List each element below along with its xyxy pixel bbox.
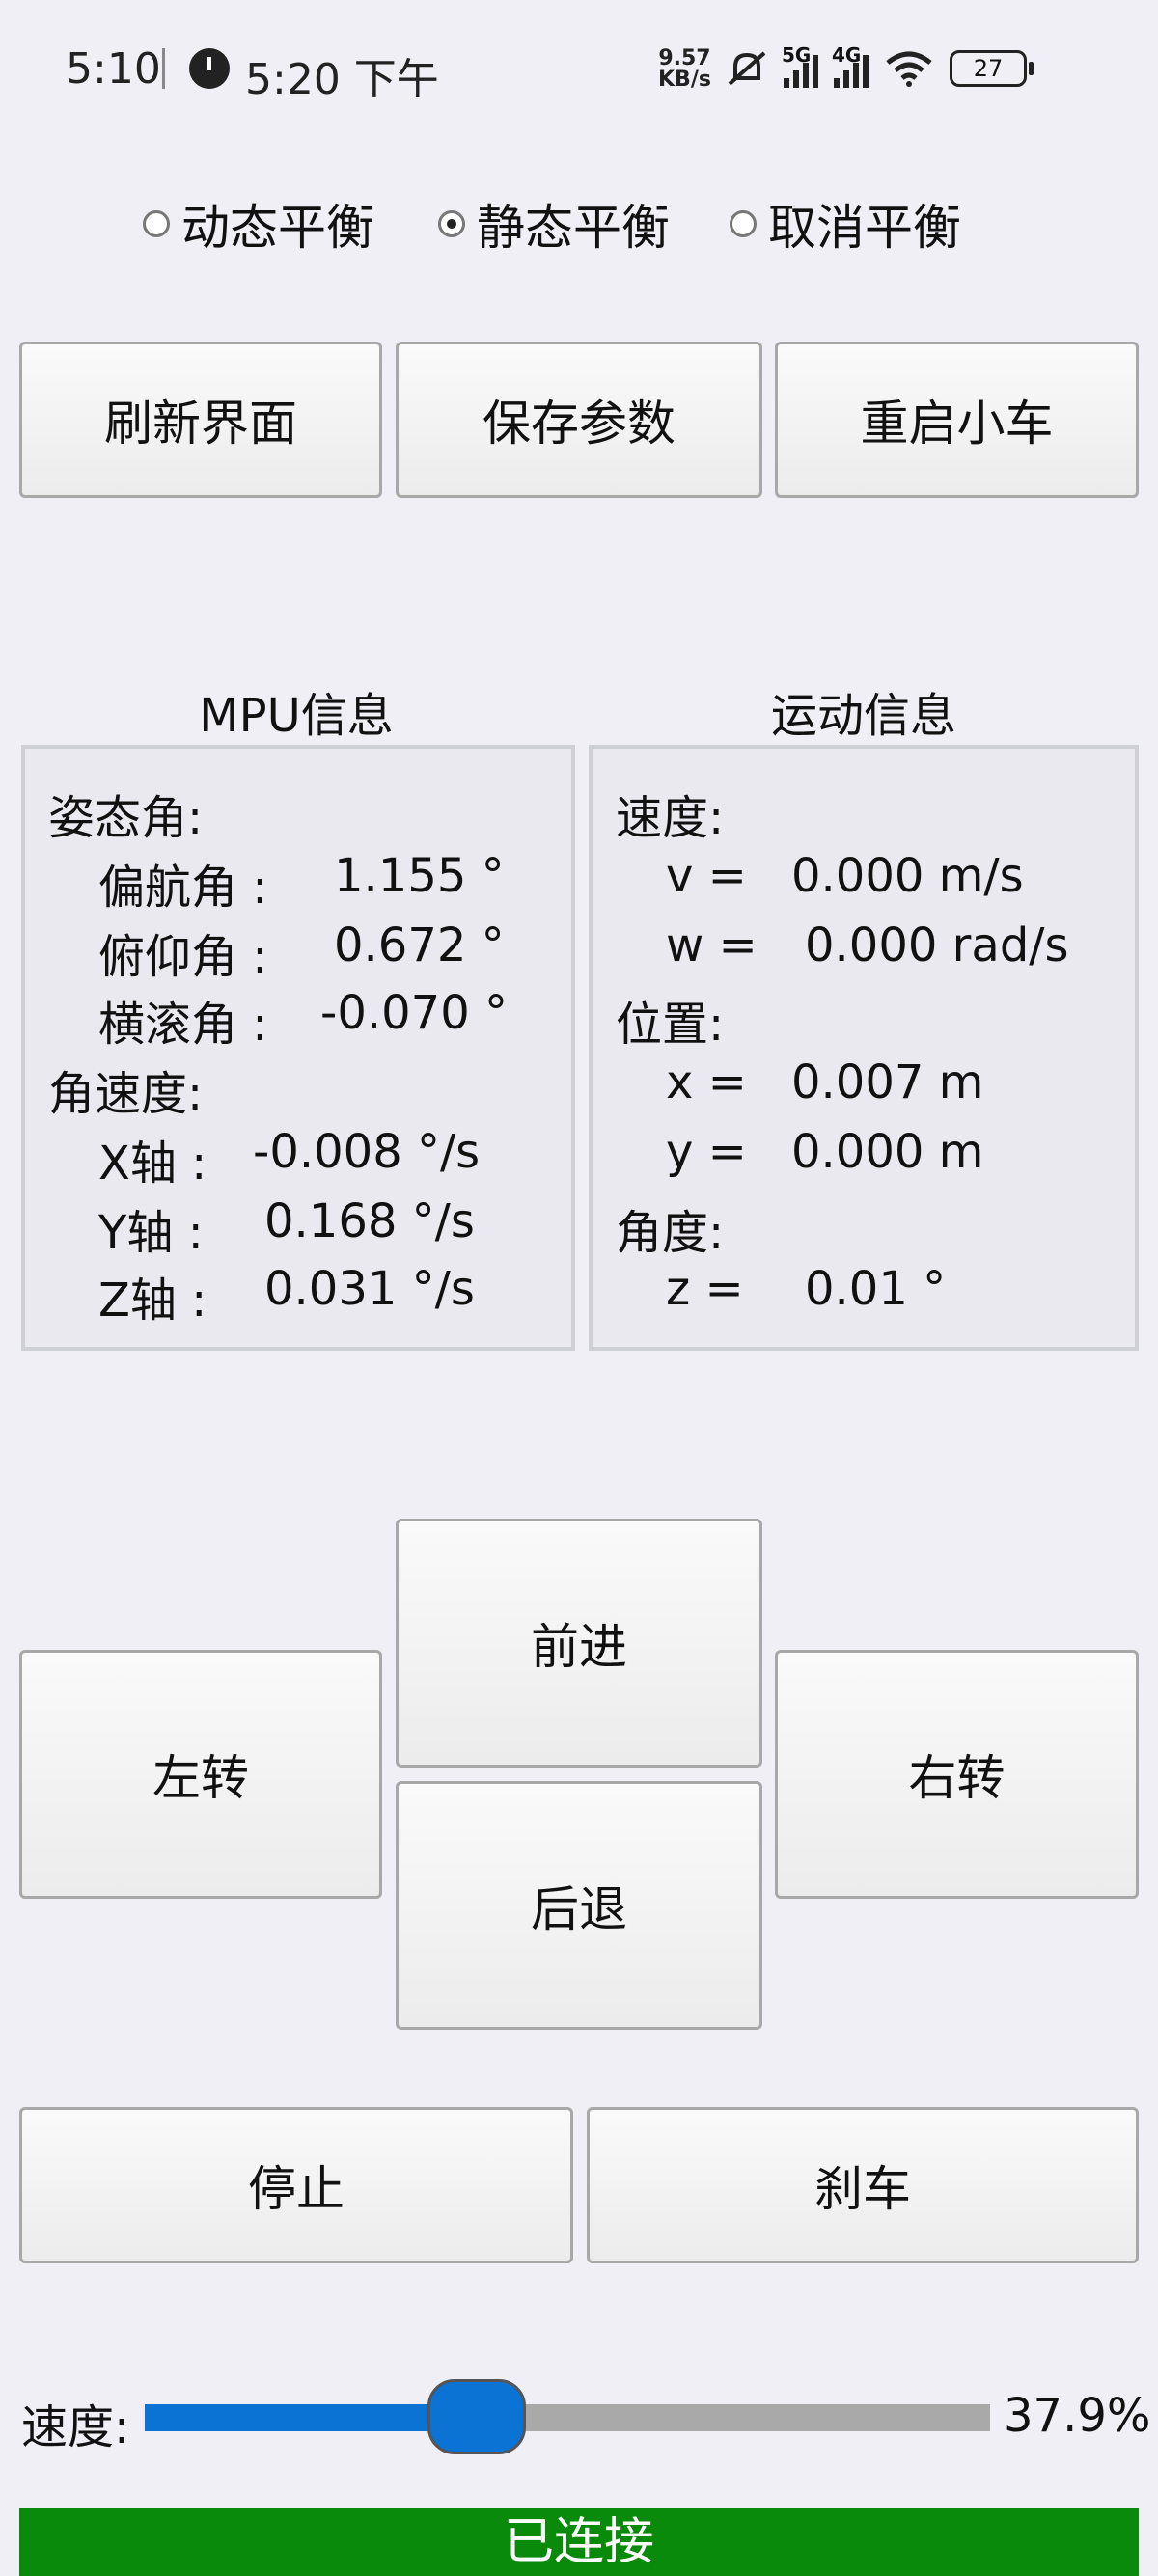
- status-bar: 5:10 5:20 下午 9.57 KB/s 5G 4G 27: [0, 0, 1158, 135]
- yaw-value: 1.155 °: [334, 849, 505, 903]
- x-pos-label: x =: [666, 1055, 747, 1110]
- mpu-title: MPU信息: [199, 689, 394, 743]
- v-value: 0.000 m/s: [791, 849, 1024, 903]
- signal-4g-icon: 4G: [832, 43, 868, 88]
- pitch-label: 俯仰角 :: [98, 930, 268, 984]
- connection-status-bar: 已连接: [19, 2508, 1139, 2576]
- position-label: 位置:: [616, 998, 725, 1052]
- x-axis-value: -0.008 °/s: [253, 1125, 481, 1179]
- signal-5g-label: 5G: [782, 43, 812, 67]
- speed-slider-track[interactable]: [145, 2404, 990, 2431]
- radio-circle-selected[interactable]: [438, 210, 465, 237]
- motion-title: 运动信息: [770, 689, 956, 743]
- speed-slider-label: 速度:: [21, 2400, 130, 2454]
- w-label: w =: [666, 918, 758, 973]
- angular-velocity-label: 角速度:: [48, 1067, 204, 1121]
- y-pos-label: y =: [666, 1125, 747, 1179]
- y-pos-value: 0.000 m: [791, 1125, 984, 1179]
- signal-4g-label: 4G: [832, 43, 862, 67]
- z-axis-label: Z轴 :: [98, 1274, 207, 1328]
- radio-static-balance[interactable]: 静态平衡: [438, 189, 670, 259]
- status-separator: [162, 48, 165, 89]
- pitch-value: 0.672 °: [334, 918, 505, 973]
- signal-5g-icon: 5G: [782, 43, 818, 88]
- y-axis-label: Y轴 :: [98, 1206, 204, 1260]
- z-angle-label: z =: [666, 1262, 744, 1316]
- v-label: v =: [666, 849, 747, 903]
- z-angle-value: 0.01 °: [805, 1262, 947, 1316]
- yaw-label: 偏航角 :: [98, 861, 268, 915]
- save-params-button[interactable]: 保存参数: [396, 342, 762, 498]
- y-axis-value: 0.168 °/s: [264, 1194, 475, 1248]
- brake-button[interactable]: 刹车: [587, 2107, 1139, 2263]
- radio-label: 静态平衡: [477, 200, 670, 256]
- turn-left-button[interactable]: 左转: [19, 1650, 382, 1899]
- network-rate: 9.57 KB/s: [658, 48, 711, 91]
- radio-dynamic-balance[interactable]: 动态平衡: [143, 189, 374, 259]
- backward-button[interactable]: 后退: [396, 1781, 762, 2030]
- w-value: 0.000 rad/s: [805, 918, 1069, 973]
- radio-cancel-balance[interactable]: 取消平衡: [730, 189, 961, 259]
- mute-bell-icon: [728, 51, 766, 86]
- x-axis-label: X轴 :: [98, 1137, 207, 1191]
- wifi-icon: [886, 51, 932, 87]
- stop-button[interactable]: 停止: [19, 2107, 573, 2263]
- z-axis-value: 0.031 °/s: [264, 1262, 475, 1316]
- status-icons: 5G 4G 27: [726, 43, 1034, 91]
- angle-label: 角度:: [616, 1206, 725, 1260]
- roll-value: -0.070 °: [320, 986, 508, 1040]
- radio-label: 取消平衡: [768, 200, 961, 256]
- forward-button[interactable]: 前进: [396, 1519, 762, 1768]
- radio-circle[interactable]: [143, 210, 170, 237]
- turn-right-button[interactable]: 右转: [775, 1650, 1139, 1899]
- status-alarm-time: 5:20 下午: [245, 55, 439, 104]
- balance-mode-group: 动态平衡 静态平衡 取消平衡: [0, 189, 1158, 257]
- speed-value: 37.9%: [1004, 2389, 1151, 2443]
- network-rate-value: 9.57: [658, 46, 711, 70]
- roll-label: 横滚角 :: [98, 998, 268, 1052]
- speed-slider-thumb[interactable]: [427, 2379, 527, 2454]
- status-time: 5:10: [66, 44, 161, 94]
- refresh-button[interactable]: 刷新界面: [19, 342, 382, 498]
- radio-circle[interactable]: [730, 210, 757, 237]
- clock-icon: [189, 48, 230, 89]
- restart-car-button[interactable]: 重启小车: [775, 342, 1139, 498]
- speed-info-label: 速度:: [616, 791, 725, 845]
- x-pos-value: 0.007 m: [791, 1055, 984, 1110]
- radio-label: 动态平衡: [181, 200, 374, 256]
- battery-icon: 27: [950, 50, 1034, 87]
- attitude-label: 姿态角:: [48, 791, 204, 845]
- network-rate-unit: KB/s: [658, 68, 711, 92]
